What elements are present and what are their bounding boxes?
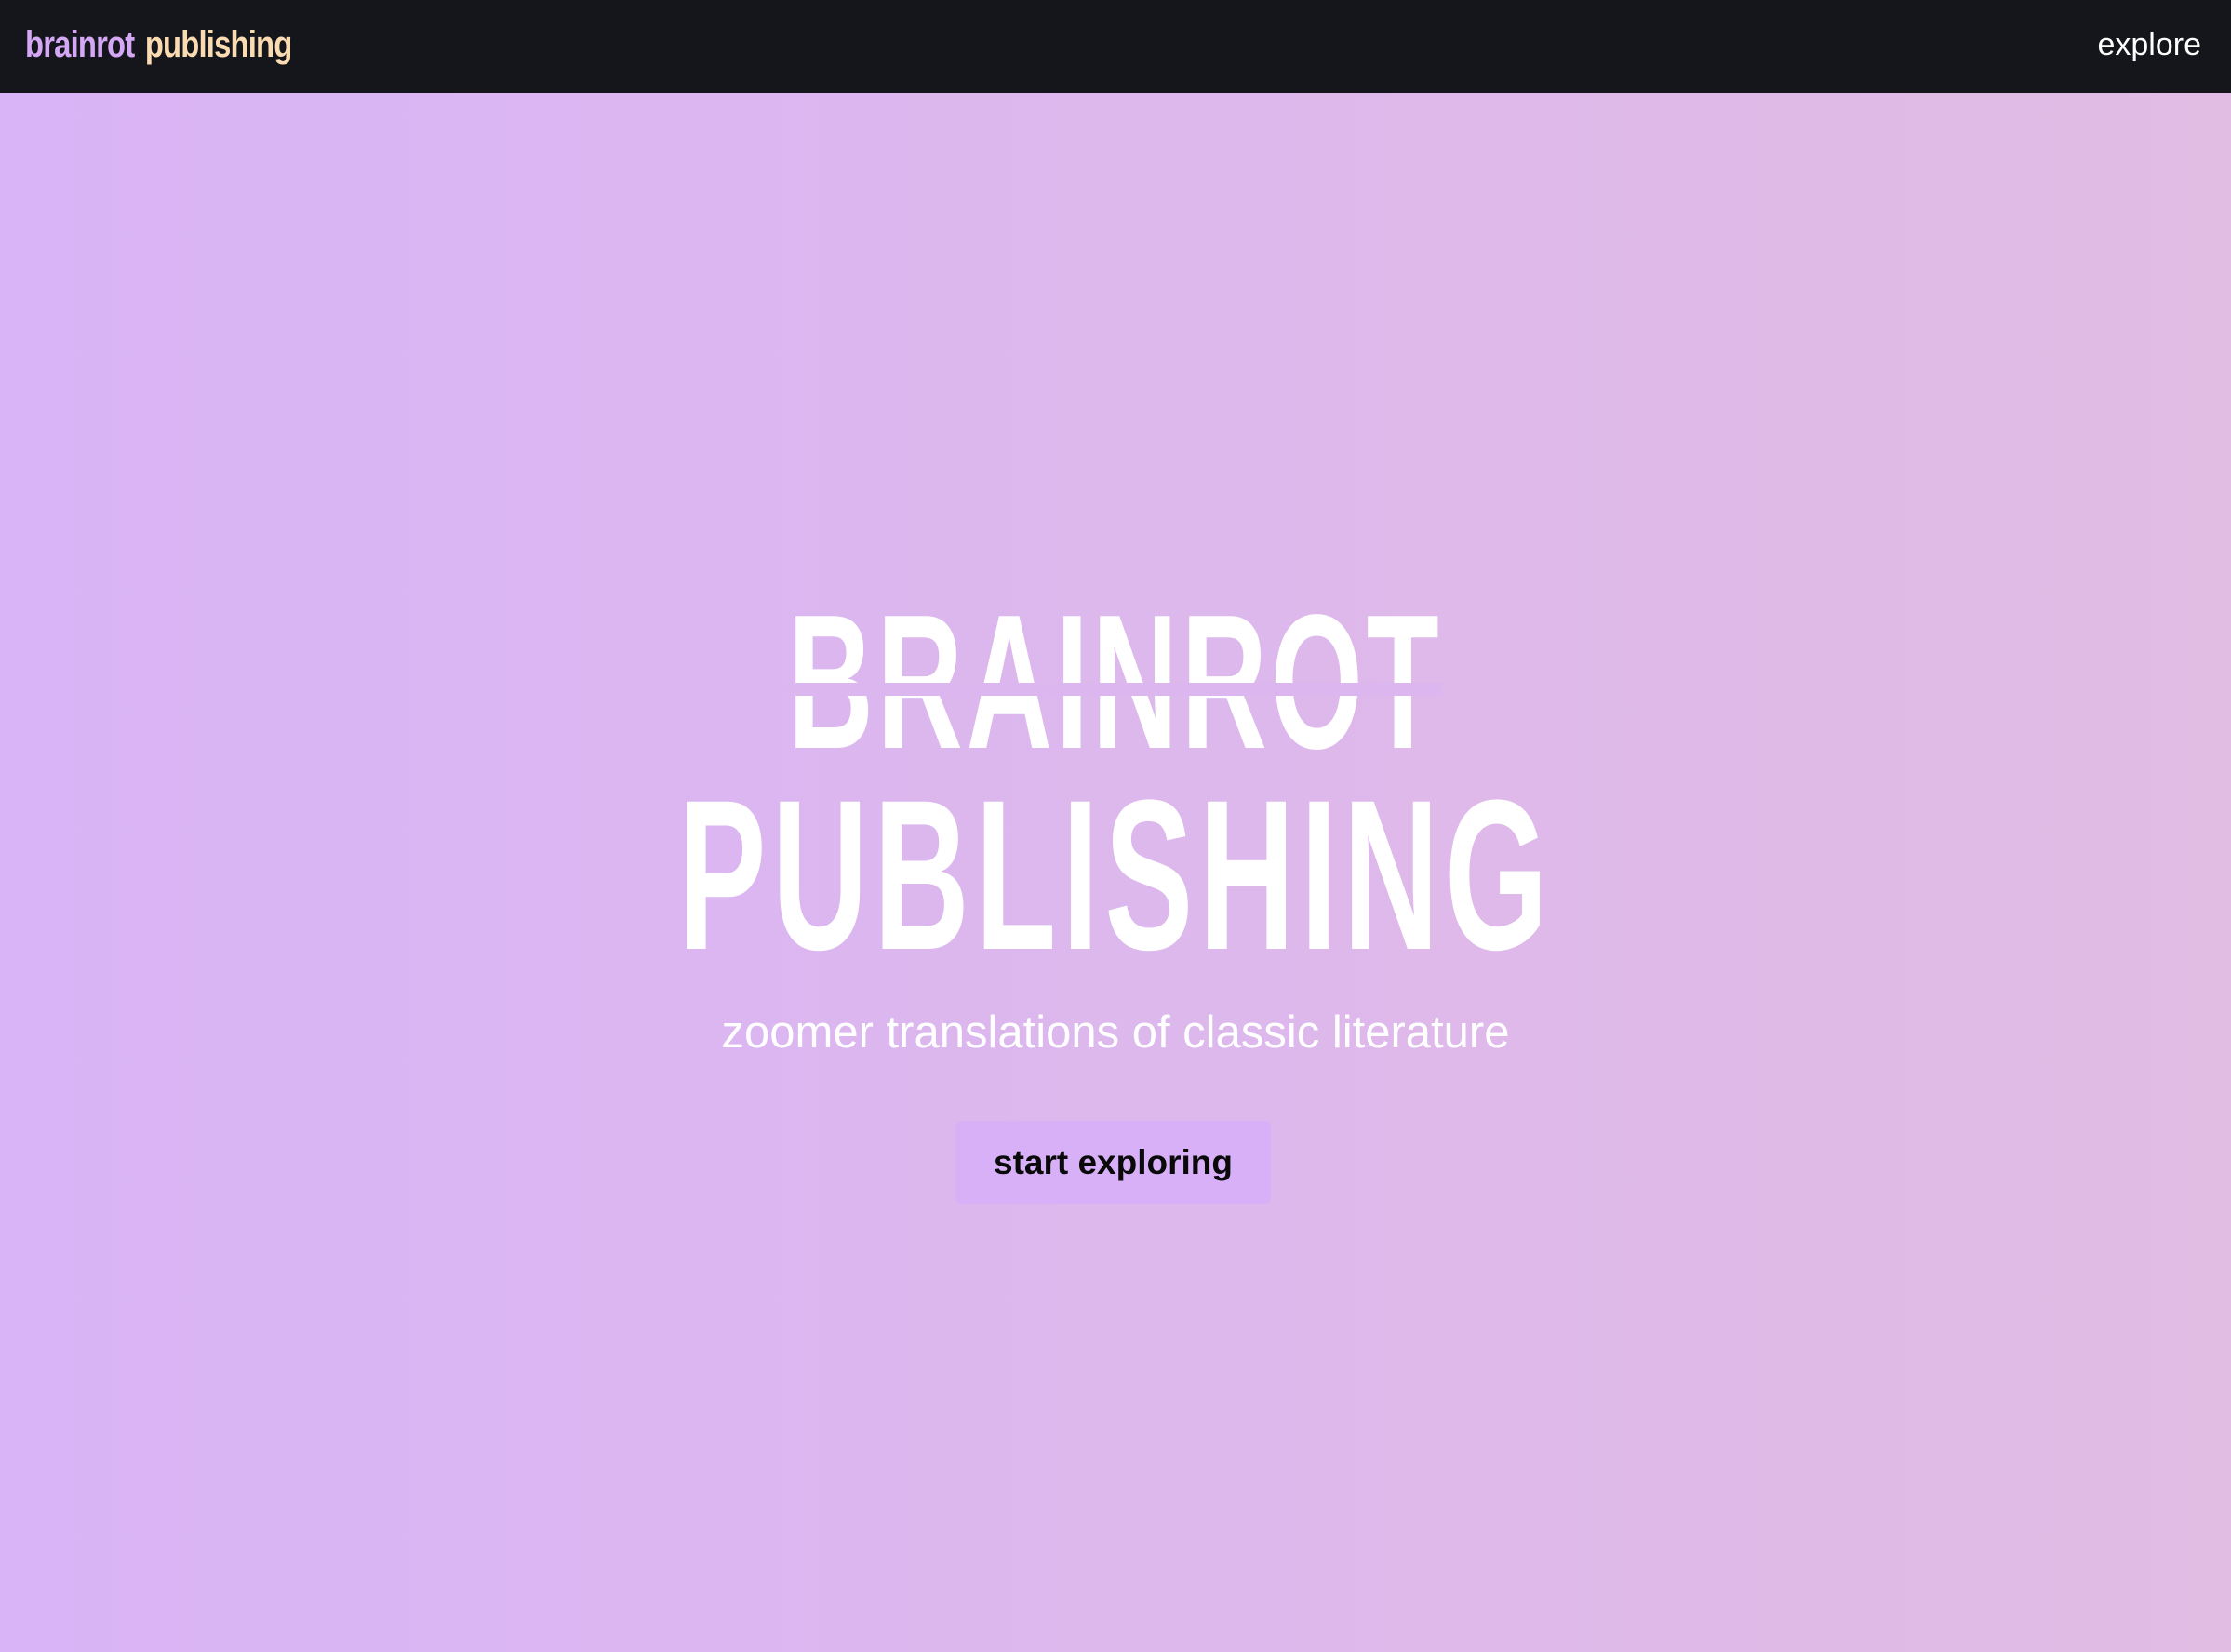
brand-word-brainrot: brainrot: [25, 24, 135, 65]
nav-link-explore[interactable]: explore: [2097, 24, 2201, 65]
hero-section: BRAINROT PUBLISHING zoomer translations …: [0, 93, 2231, 1652]
hero-title-line-1: BRAINROT: [0, 586, 2231, 778]
top-navbar: brainrot publishing explore: [0, 0, 2231, 93]
hero-title-brainrot: BRAINROT: [788, 575, 1443, 789]
hero-title-line-2: PUBLISHING: [0, 768, 2231, 982]
hero-tagline: zoomer translations of classic literatur…: [721, 1007, 1510, 1058]
start-exploring-button[interactable]: start exploring: [955, 1121, 1271, 1204]
brand-logo[interactable]: brainrot publishing: [25, 22, 292, 67]
hero-title-publishing: PUBLISHING: [677, 755, 1554, 994]
brand-word-publishing: publishing: [144, 24, 292, 65]
